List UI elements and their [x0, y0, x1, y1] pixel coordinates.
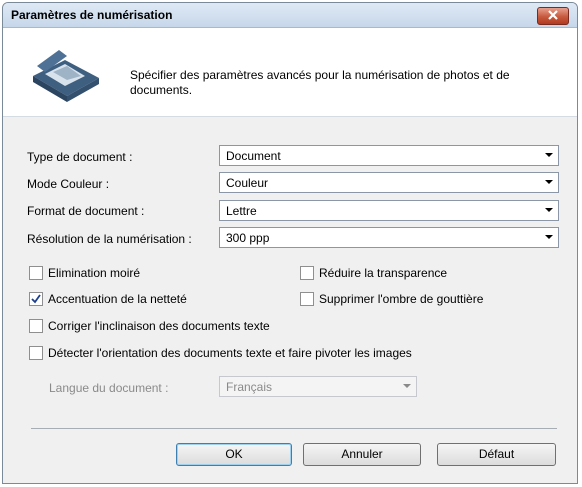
cancel-button[interactable]: Annuler	[303, 443, 421, 466]
title-bar: Paramètres de numérisation	[3, 3, 577, 28]
checkbox-box	[29, 319, 43, 333]
sharpness-label: Accentuation de la netteté	[48, 292, 187, 306]
doc-type-value: Document	[226, 149, 281, 163]
header-panel: Spécifier des paramètres avancés pour la…	[3, 28, 577, 117]
chevron-down-icon	[545, 180, 553, 184]
color-mode-select[interactable]: Couleur	[219, 172, 559, 193]
resolution-value: 300 ppp	[226, 231, 270, 245]
chevron-down-icon	[545, 208, 553, 212]
checkbox-box	[29, 266, 43, 280]
window-title: Paramètres de numérisation	[11, 8, 173, 22]
separator	[31, 428, 557, 429]
chevron-down-icon	[545, 153, 553, 157]
color-mode-label: Mode Couleur :	[27, 177, 110, 191]
chevron-down-icon	[403, 384, 411, 388]
checkbox-box	[300, 266, 314, 280]
checkmark-icon	[31, 294, 41, 304]
doc-type-label: Type de document :	[27, 150, 133, 164]
gutter-shadow-label: Supprimer l'ombre de gouttière	[319, 292, 484, 306]
close-button[interactable]	[537, 7, 569, 25]
language-value: Français	[226, 380, 273, 394]
skew-label: Corriger l'inclinaison des documents tex…	[48, 319, 270, 333]
doc-format-select[interactable]: Lettre	[219, 200, 559, 221]
chevron-down-icon	[545, 235, 553, 239]
doc-type-select[interactable]: Document	[219, 145, 559, 166]
moire-label: Elimination moiré	[48, 266, 141, 280]
doc-format-value: Lettre	[226, 204, 257, 218]
resolution-select[interactable]: 300 ppp	[219, 227, 559, 248]
scan-settings-dialog: Paramètres de numérisation Spécifier des…	[2, 2, 578, 484]
orientation-label: Détecter l'orientation des documents tex…	[48, 346, 412, 360]
language-select[interactable]: Français	[219, 376, 417, 397]
checkbox-box	[300, 292, 314, 306]
language-label: Langue du document :	[49, 381, 169, 395]
scanner-icon	[33, 50, 99, 102]
doc-format-label: Format de document :	[27, 204, 145, 218]
color-mode-value: Couleur	[226, 176, 269, 190]
resolution-label: Résolution de la numérisation :	[27, 232, 192, 246]
transparency-label: Réduire la transparence	[319, 266, 448, 280]
checkbox-box	[29, 292, 43, 306]
close-icon	[548, 10, 558, 20]
checkbox-box	[29, 346, 43, 360]
default-button[interactable]: Défaut	[437, 443, 556, 466]
ok-button[interactable]: OK	[176, 443, 292, 466]
header-description: Spécifier des paramètres avancés pour la…	[130, 68, 510, 97]
